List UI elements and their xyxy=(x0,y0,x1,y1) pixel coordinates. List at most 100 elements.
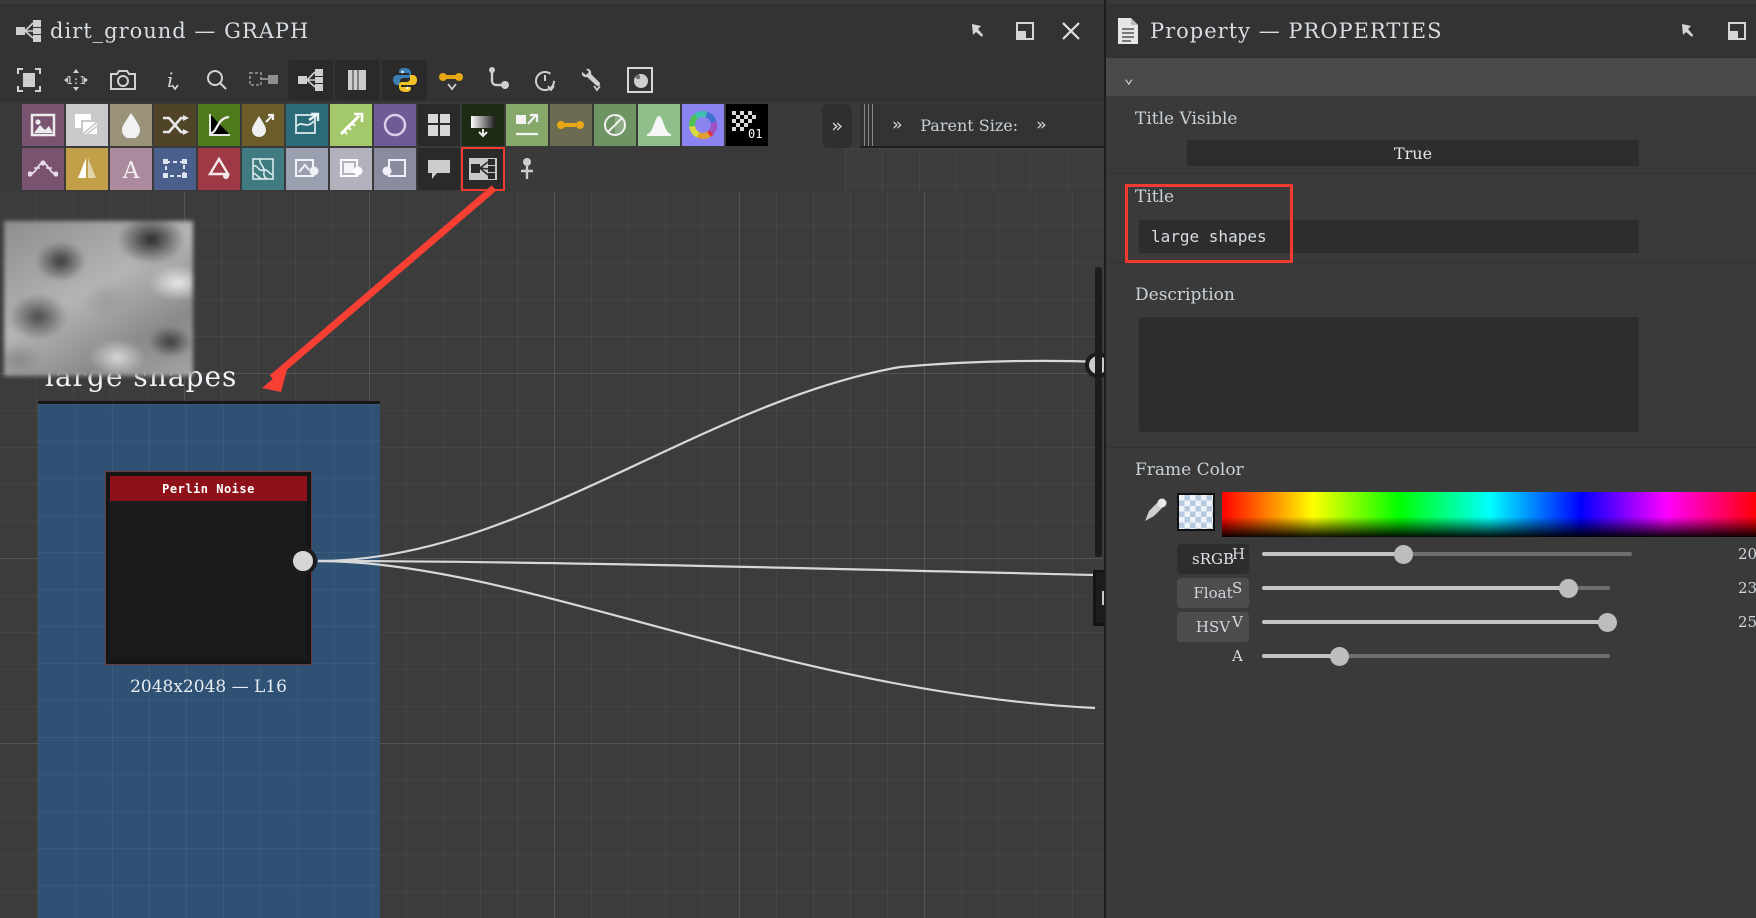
svg-text:i: i xyxy=(167,68,173,92)
restore-window-icon[interactable] xyxy=(1724,18,1750,44)
hue-slider-label: H xyxy=(1232,545,1246,563)
palette-gradient[interactable] xyxy=(462,104,504,146)
wrench-icon[interactable] xyxy=(570,60,615,100)
palette-pin[interactable] xyxy=(374,148,416,190)
alpha-slider-label: A xyxy=(1232,647,1243,665)
info-icon[interactable]: i xyxy=(147,60,192,100)
palette-warp[interactable] xyxy=(242,104,284,146)
palette-gradient-map[interactable] xyxy=(330,104,372,146)
property-titlebar: Property — PROPERTIES xyxy=(1106,4,1756,58)
graph-canvas[interactable]: large shapes Perlin Noise 2048x2048 — L1… xyxy=(0,192,1104,918)
node-palette: 01 A xyxy=(0,102,845,192)
saturation-slider[interactable]: S 23 xyxy=(1232,577,1756,599)
sphere-icon[interactable] xyxy=(617,60,662,100)
palette-alpha-01[interactable]: 01 xyxy=(726,104,768,146)
property-window-controls xyxy=(1676,4,1750,58)
palette-spline[interactable] xyxy=(22,148,64,190)
hue-slider-value: 20 xyxy=(1738,545,1756,563)
color-gradient-strip[interactable] xyxy=(1222,492,1756,537)
canvas-vertical-scrollbar[interactable] xyxy=(1095,267,1102,557)
node-title: Perlin Noise xyxy=(110,476,307,501)
frame-color-swatch[interactable] xyxy=(1177,493,1215,531)
parent-size-next-chevron[interactable]: » xyxy=(1036,115,1046,135)
saturation-slider-knob[interactable] xyxy=(1559,578,1579,598)
property-row-title: Title large shapes xyxy=(1106,175,1756,263)
hue-slider-knob[interactable] xyxy=(1393,544,1413,564)
palette-bitmap[interactable] xyxy=(22,104,64,146)
palette-curve[interactable] xyxy=(198,104,240,146)
palette-cells[interactable] xyxy=(242,148,284,190)
document-properties-icon xyxy=(1106,17,1150,45)
palette-color-wheel[interactable] xyxy=(682,104,724,146)
description-textarea[interactable] xyxy=(1139,317,1639,432)
palette-histogram[interactable] xyxy=(638,104,680,146)
chevron-down-icon[interactable]: ⌄ xyxy=(1124,68,1134,87)
palette-nodes[interactable] xyxy=(550,104,592,146)
search-icon[interactable] xyxy=(194,60,239,100)
frame-all-icon[interactable] xyxy=(6,60,51,100)
palette-pinpoint[interactable] xyxy=(506,148,548,190)
palette-fill[interactable] xyxy=(198,148,240,190)
palette-blur[interactable] xyxy=(110,104,152,146)
title-label: Title xyxy=(1135,187,1175,207)
pin-icon[interactable] xyxy=(1676,18,1702,44)
palette-row-1: 01 xyxy=(22,104,845,146)
application-window: dirt_ground — GRAPH 1:1 i 01 A » » Paren… xyxy=(0,0,1756,918)
frame-color-label: Frame Color xyxy=(1135,460,1244,480)
palette-mirror[interactable] xyxy=(66,148,108,190)
link-icon[interactable] xyxy=(429,60,474,100)
palette-text[interactable]: A xyxy=(110,148,152,190)
node-perlin-noise[interactable]: Perlin Noise xyxy=(106,472,311,664)
python-icon[interactable] xyxy=(382,60,427,100)
palette-pattern[interactable] xyxy=(506,104,548,146)
palette-frame[interactable] xyxy=(461,147,505,191)
palette-levels[interactable] xyxy=(594,104,636,146)
parent-size-bar: » Parent Size: » xyxy=(860,104,1104,148)
palette-circle[interactable] xyxy=(374,104,416,146)
svg-text:01: 01 xyxy=(748,127,762,140)
property-collapse-header[interactable]: ⌄ xyxy=(1106,58,1756,96)
value-slider-value: 25 xyxy=(1738,613,1756,631)
saturation-slider-label: S xyxy=(1232,579,1243,597)
value-slider-knob[interactable] xyxy=(1597,612,1617,632)
palette-expand-button[interactable]: » xyxy=(822,104,852,148)
palette-transform[interactable] xyxy=(286,104,328,146)
graph-node-icon xyxy=(8,20,50,42)
alpha-slider[interactable]: A xyxy=(1232,645,1752,667)
hue-slider[interactable]: H 20 xyxy=(1232,543,1756,565)
alpha-slider-knob[interactable] xyxy=(1329,646,1349,666)
parent-size-label: Parent Size: xyxy=(920,115,1019,135)
close-icon[interactable] xyxy=(1058,18,1084,44)
zoom-one-to-one-icon[interactable]: 1:1 xyxy=(53,60,98,100)
palette-blend[interactable] xyxy=(66,104,108,146)
property-row-title-visible: Title Visible True xyxy=(1106,98,1756,174)
palette-tile[interactable] xyxy=(418,104,460,146)
node-output-port[interactable] xyxy=(289,547,317,575)
timer-icon[interactable] xyxy=(523,60,568,100)
eyedropper-icon[interactable] xyxy=(1142,496,1168,528)
value-slider[interactable]: V 25 xyxy=(1232,611,1756,633)
graph-icon[interactable] xyxy=(288,60,333,100)
palette-selection[interactable] xyxy=(154,148,196,190)
title-visible-toggle[interactable]: True xyxy=(1187,140,1639,166)
palette-output[interactable] xyxy=(330,148,372,190)
edge-node-2[interactable] xyxy=(1093,570,1104,626)
camera-icon[interactable] xyxy=(100,60,145,100)
palette-row-2: A xyxy=(22,147,845,191)
title-input[interactable]: large shapes xyxy=(1139,220,1639,253)
palette-shuffle[interactable] xyxy=(154,104,196,146)
value-slider-label: V xyxy=(1232,613,1243,631)
graph-panel: dirt_ground — GRAPH 1:1 i 01 A » » Paren… xyxy=(0,0,1104,918)
layers-icon[interactable] xyxy=(335,60,380,100)
property-row-frame-color: Frame Color sRGB Float HSV H 20 S 23 V 2… xyxy=(1106,448,1756,678)
toolbar-grip[interactable] xyxy=(864,104,874,146)
palette-input[interactable] xyxy=(286,148,328,190)
parent-size-prev-chevron[interactable]: » xyxy=(892,115,902,135)
palette-comment[interactable] xyxy=(418,148,460,190)
pin-icon[interactable] xyxy=(966,18,992,44)
path-icon[interactable] xyxy=(476,60,521,100)
restore-window-icon[interactable] xyxy=(1012,18,1038,44)
property-row-description: Description xyxy=(1106,263,1756,448)
align-nodes-icon[interactable] xyxy=(241,60,286,100)
svg-text:A: A xyxy=(122,158,140,182)
